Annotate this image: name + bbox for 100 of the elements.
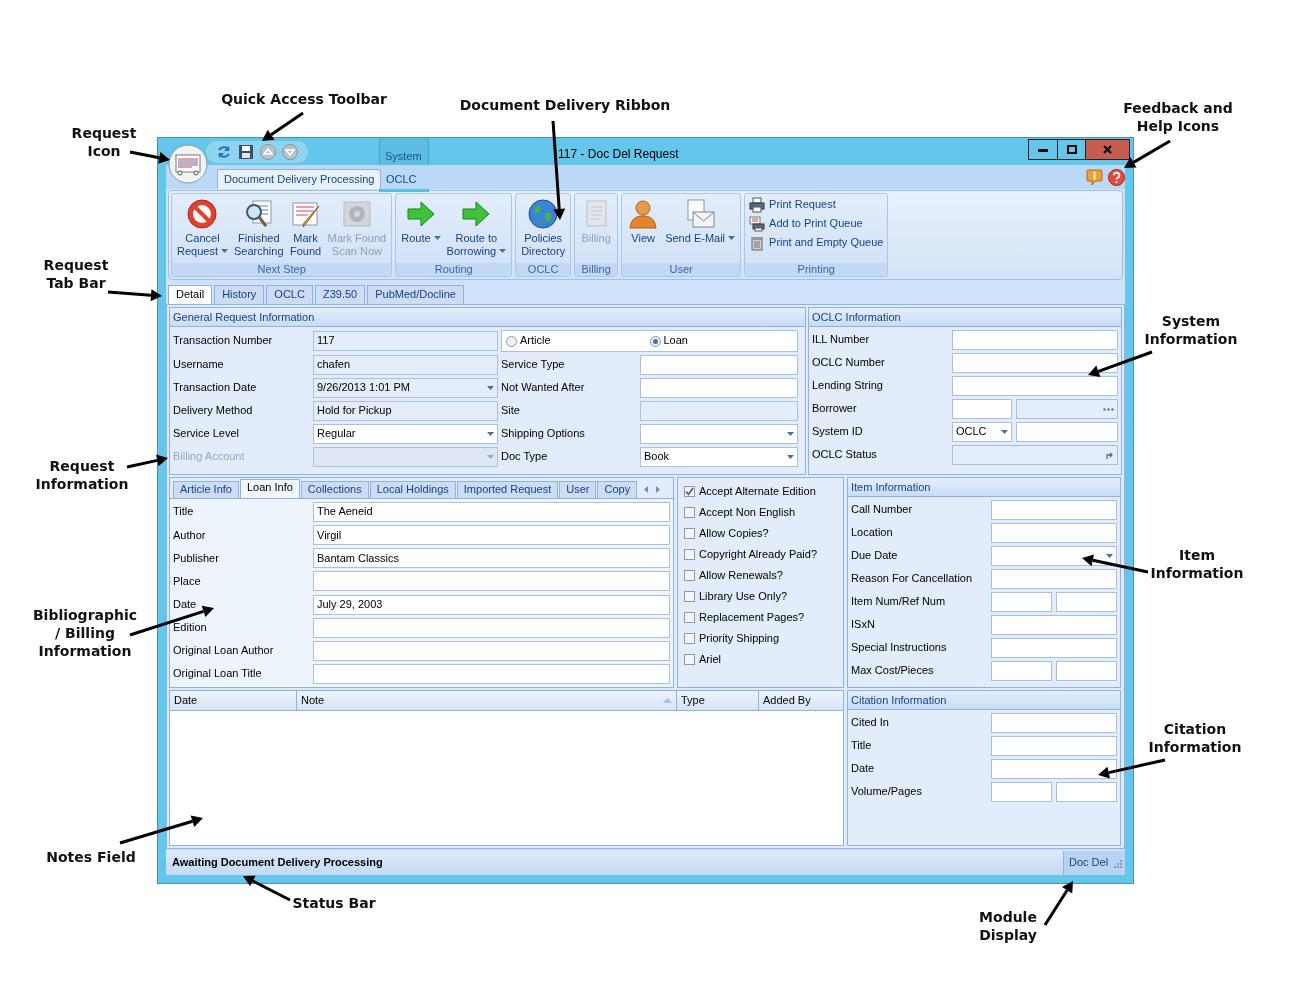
text-field[interactable]	[640, 355, 798, 375]
section-tab[interactable]: Loan Info	[239, 479, 300, 498]
dropdown-field[interactable]	[991, 546, 1117, 566]
text-field[interactable]: chafen	[313, 355, 498, 375]
section-tab[interactable]: User	[559, 481, 597, 498]
section-tab[interactable]: Imported Request	[456, 481, 559, 498]
checkbox[interactable]	[684, 486, 695, 497]
caret-icon	[433, 236, 441, 241]
text-field[interactable]	[991, 569, 1117, 589]
checkbox[interactable]	[684, 507, 695, 518]
radio-button[interactable]	[506, 335, 517, 347]
column-header[interactable]: Type	[677, 691, 759, 710]
text-field[interactable]	[952, 353, 1118, 373]
text-field[interactable]	[952, 376, 1118, 396]
field-label: Publisher	[173, 551, 220, 565]
ribbon-button[interactable]: Print Request	[749, 197, 884, 213]
text-field[interactable]	[313, 663, 670, 684]
section-tab[interactable]: Article Info	[173, 481, 239, 498]
column-header[interactable]: Date	[170, 691, 297, 710]
printer-list-icon	[749, 216, 766, 232]
text-field[interactable]	[313, 640, 670, 661]
field-label: Borrower	[812, 402, 858, 416]
text-field[interactable]	[1056, 782, 1117, 802]
request-tab[interactable]: Detail	[168, 285, 213, 304]
feedback-icon[interactable]	[1086, 169, 1103, 186]
text-field[interactable]	[991, 638, 1117, 658]
checkbox[interactable]	[684, 591, 695, 602]
checkbox[interactable]	[684, 633, 695, 644]
checkbox[interactable]	[684, 612, 695, 623]
ribbon-button[interactable]: Print and Empty Queue	[749, 235, 884, 251]
column-header[interactable]: Note	[297, 691, 677, 710]
text-field[interactable]	[991, 523, 1117, 543]
checkbox[interactable]	[684, 654, 695, 665]
column-header[interactable]: Added By	[759, 691, 843, 710]
down-icon[interactable]	[282, 143, 298, 160]
request-tab[interactable]: Z39.50	[314, 285, 366, 304]
text-field[interactable]	[991, 759, 1117, 779]
dropdown-field[interactable]: 9/26/2013 1:01 PM	[313, 378, 498, 398]
ribbon-button[interactable]: Cancel Request	[174, 196, 231, 263]
ribbon-button[interactable]: Policies Directory	[518, 196, 569, 263]
radio-button[interactable]	[649, 335, 661, 347]
group-label: Printing	[745, 263, 888, 276]
text-field[interactable]: July 29, 2003	[313, 594, 670, 615]
dropdown-field[interactable]: OCLC	[952, 422, 1012, 442]
ribbon-button[interactable]: Add to Print Queue	[749, 216, 884, 232]
text-field[interactable]	[1056, 661, 1117, 681]
text-field[interactable]	[1056, 592, 1117, 612]
text-field[interactable]	[952, 330, 1118, 350]
scroll-right-icon[interactable]	[656, 485, 661, 493]
section-tab[interactable]: Collections	[300, 481, 369, 498]
ribbon-button[interactable]: Send E-Mail	[662, 196, 739, 263]
text-field[interactable]	[991, 661, 1052, 681]
ribbon-tab[interactable]: Document Delivery Processing	[217, 169, 382, 189]
text-field[interactable]	[1016, 422, 1118, 442]
request-tab[interactable]: History	[214, 285, 265, 304]
dropdown-field[interactable]	[640, 424, 798, 444]
dropdown-field[interactable]: Book	[640, 447, 798, 467]
field-label: Date	[173, 597, 198, 612]
ribbon-tab[interactable]: OCLC	[379, 169, 424, 189]
refresh-icon[interactable]	[216, 143, 232, 160]
text-field[interactable]: 117	[313, 331, 498, 351]
checkbox[interactable]	[684, 549, 695, 560]
text-field[interactable]: Hold for Pickup	[313, 401, 498, 421]
callout-label: Request Icon	[71, 124, 137, 160]
request-tab[interactable]: PubMed/Docline	[367, 285, 464, 304]
section-tab[interactable]: Local Holdings	[369, 481, 456, 498]
text-field[interactable]	[952, 399, 1012, 419]
dropdown-field[interactable]: Regular	[313, 424, 498, 444]
ribbon-button[interactable]: View	[624, 196, 663, 263]
text-field[interactable]: The Aeneid	[313, 502, 670, 523]
ribbon-button[interactable]: Mark Found	[286, 196, 325, 263]
text-field[interactable]	[991, 615, 1117, 635]
checkbox[interactable]	[684, 570, 695, 581]
text-field[interactable]	[991, 713, 1117, 733]
text-field[interactable]: Bantam Classics	[313, 548, 670, 569]
lookup-field[interactable]	[1016, 399, 1118, 419]
help-icon[interactable]	[1108, 169, 1125, 186]
close-button[interactable]	[1085, 140, 1129, 159]
save-icon[interactable]	[238, 143, 254, 160]
section-tab[interactable]: Copy	[597, 481, 638, 498]
text-field[interactable]	[991, 782, 1052, 802]
dropdown-field[interactable]	[313, 447, 498, 467]
checkbox-label: Copyright Already Paid?	[699, 547, 817, 562]
text-field[interactable]	[313, 571, 670, 592]
ribbon-button[interactable]: Route to Borrowing	[443, 196, 510, 263]
text-field[interactable]	[640, 378, 798, 398]
text-field[interactable]	[640, 401, 798, 421]
text-field[interactable]	[991, 592, 1052, 612]
text-field[interactable]	[313, 617, 670, 638]
checkbox[interactable]	[684, 528, 695, 539]
text-field[interactable]: Virgil	[313, 525, 670, 546]
scroll-left-icon[interactable]	[644, 485, 649, 493]
text-field[interactable]	[991, 500, 1117, 520]
up-icon[interactable]	[260, 143, 276, 160]
ribbon-button[interactable]: Finished Searching	[231, 196, 287, 263]
text-field[interactable]	[991, 736, 1117, 756]
ribbon-button[interactable]: Route	[398, 196, 444, 263]
request-tab[interactable]: OCLC	[266, 285, 313, 304]
group-label: Billing	[575, 263, 618, 276]
status-field[interactable]	[952, 445, 1118, 465]
